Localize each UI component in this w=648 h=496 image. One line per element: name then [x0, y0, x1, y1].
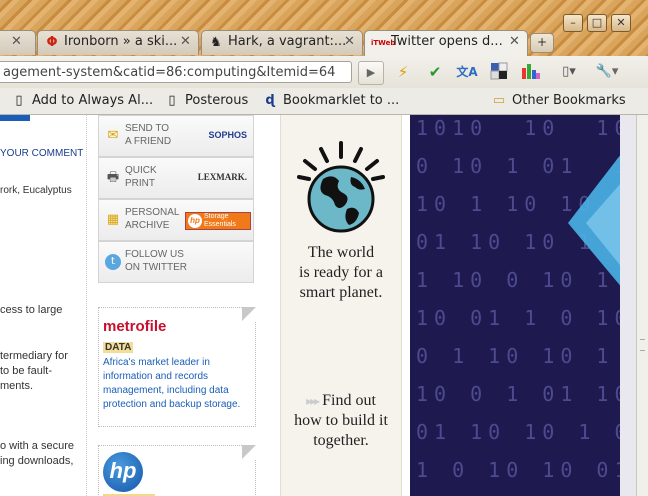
envelope-person-icon: ✉ — [107, 128, 119, 143]
sophos-logo: SOPHOS — [208, 130, 247, 140]
article-text: o with a secure — [0, 440, 74, 452]
article-text: ing downloads, — [0, 455, 74, 467]
page-icon: ▯ — [168, 93, 176, 108]
ibm-ad-headline: The world is ready for a smart planet. — [299, 244, 383, 301]
tab-close-icon[interactable]: ✕ — [344, 31, 355, 53]
page-scrollbar[interactable] — [636, 115, 648, 496]
metrofile-promo[interactable]: metrofile DATA Africa's market leader in… — [98, 307, 256, 427]
maximize-button[interactable]: □ — [587, 14, 607, 32]
page-curl — [242, 445, 256, 459]
hp-storage-essentials-logo: hp Storage Essentials — [185, 212, 251, 230]
tool-label: PERSONAL ARCHIVE — [125, 207, 180, 231]
bookmarks-bar: ▯ Add to Always Al... ▯ Posterous ɖ Bookmar… — [0, 88, 648, 115]
navigation-toolbar: agement-system&catid=86:computing&Itemid… — [0, 56, 648, 88]
page-curl — [242, 307, 256, 321]
tab-hark-a-vagrant[interactable]: ♞ Hark, a vagrant:... ✕ — [201, 30, 363, 55]
binary-pattern-ad[interactable]: 1010 10 10 0 10 1 01 10 10 1 10 10 01 01… — [410, 115, 636, 496]
blue-chevron-shape — [568, 145, 628, 295]
send-to-friend-button[interactable]: ✉ SEND TO A FRIEND SOPHOS — [98, 115, 254, 157]
tab-title: Twitter opens d... — [391, 34, 503, 49]
bookmark-label: Other Bookmarks — [512, 93, 626, 108]
window-titlebar: – □ ✕ ✕ Φ Ironborn » a ski... ✕ ♞ Hark, … — [0, 0, 648, 57]
article-text: to be fault- — [0, 365, 52, 377]
bookmark-label: Add to Always Al... — [32, 93, 154, 108]
ironborn-favicon-icon: Φ — [46, 35, 58, 50]
article-text: rork, Eucalyptus — [0, 185, 72, 196]
hp-promo[interactable]: hp — [98, 445, 256, 496]
go-button[interactable]: ▶ — [358, 61, 384, 85]
page-menu-icon[interactable]: ▯▾ — [556, 62, 582, 82]
wrench-menu-icon[interactable]: 🔧▾ — [592, 62, 622, 82]
tool-label: FOLLOW US ON TWITTER — [125, 249, 188, 273]
translate-extension-icon[interactable]: 文A — [456, 62, 478, 82]
lightning-extension-icon[interactable]: ⚡ — [392, 62, 414, 82]
data-tag: DATA — [103, 342, 134, 353]
metrofile-logo: metrofile — [103, 318, 167, 335]
right-light-strip — [620, 115, 636, 496]
stats-extension-icon[interactable] — [520, 62, 542, 82]
tab-close-icon[interactable]: ✕ — [509, 31, 520, 53]
tab-ironborn[interactable]: Φ Ironborn » a ski... ✕ — [37, 30, 199, 55]
your-comment-link[interactable]: YOUR COMMENT — [0, 146, 83, 161]
follow-us-on-twitter-button[interactable]: t FOLLOW US ON TWITTER — [98, 241, 254, 283]
address-bar[interactable]: agement-system&catid=86:computing&Itemid… — [0, 61, 352, 83]
tool-label: SEND TO A FRIEND — [125, 123, 172, 147]
article-text: cess to large — [0, 304, 63, 316]
checkmark-extension-icon[interactable]: ✔ — [424, 62, 446, 82]
tab-twitter-opens[interactable]: iTWeb Twitter opens d... ✕ — [364, 30, 528, 57]
article-text: termediary for — [0, 350, 68, 362]
tool-label: QUICK PRINT — [125, 165, 157, 189]
personal-archive-button[interactable]: ▦ PERSONAL ARCHIVE hp Storage Essentials — [98, 199, 254, 241]
hark-favicon-icon: ♞ — [210, 35, 222, 50]
ibm-ad-cta[interactable]: ▸▸▸ Find out how to build it together. — [281, 391, 401, 451]
bookmark-posterous[interactable]: ▯ Posterous — [165, 92, 248, 110]
bookmark-other-bookmarks[interactable]: ▭ Other Bookmarks — [492, 92, 626, 110]
smart-planet-globe-icon — [297, 141, 385, 233]
bookmark-add-to-always-al[interactable]: ▯ Add to Always Al... — [12, 92, 153, 110]
lexmark-logo: LEXMARK. — [197, 172, 247, 182]
bookmark-label: Bookmarklet to ... — [283, 93, 400, 108]
tab-close-icon[interactable]: ✕ — [180, 31, 191, 53]
screenshot-extension-icon[interactable] — [488, 62, 510, 82]
site-logo-fragment — [0, 115, 30, 121]
quick-print-button[interactable]: 🖶 QUICK PRINT LEXMARK. — [98, 157, 254, 199]
itweb-favicon-icon: iTWeb — [371, 39, 396, 47]
archive-icon: ▦ — [106, 212, 120, 227]
bookmark-label: Posterous — [185, 93, 249, 108]
article-text: ments. — [0, 380, 34, 392]
page-icon: ▯ — [15, 93, 23, 108]
tab-title: Hark, a vagrant:... — [228, 34, 347, 49]
ibm-smart-planet-ad[interactable]: The world is ready for a smart planet. ▸▸▸… — [280, 115, 402, 496]
web-page: YOUR COMMENT rork, Eucalyptus cess to la… — [0, 115, 636, 496]
twitter-icon: t — [105, 254, 121, 270]
scrollbar-grip[interactable] — [640, 339, 645, 351]
tab-partial[interactable]: ✕ — [0, 30, 36, 55]
hp-logo: hp — [103, 452, 143, 492]
metrofile-description[interactable]: Africa's market leader in information an… — [103, 356, 249, 412]
close-window-button[interactable]: ✕ — [611, 14, 631, 32]
tab-title: Ironborn » a ski... — [64, 34, 178, 49]
folder-icon: ▭ — [492, 93, 506, 108]
bookmarklet-icon: ɖ — [265, 93, 275, 108]
printer-icon: 🖶 — [106, 170, 120, 185]
new-tab-button[interactable]: + — [530, 33, 554, 53]
minimize-button[interactable]: – — [563, 14, 583, 32]
triple-arrow-icon: ▸▸▸ — [306, 394, 320, 408]
tab-close-icon[interactable]: ✕ — [11, 31, 22, 53]
bookmark-bookmarklet[interactable]: ɖ Bookmarklet to ... — [263, 92, 399, 110]
column-divider — [86, 115, 87, 496]
